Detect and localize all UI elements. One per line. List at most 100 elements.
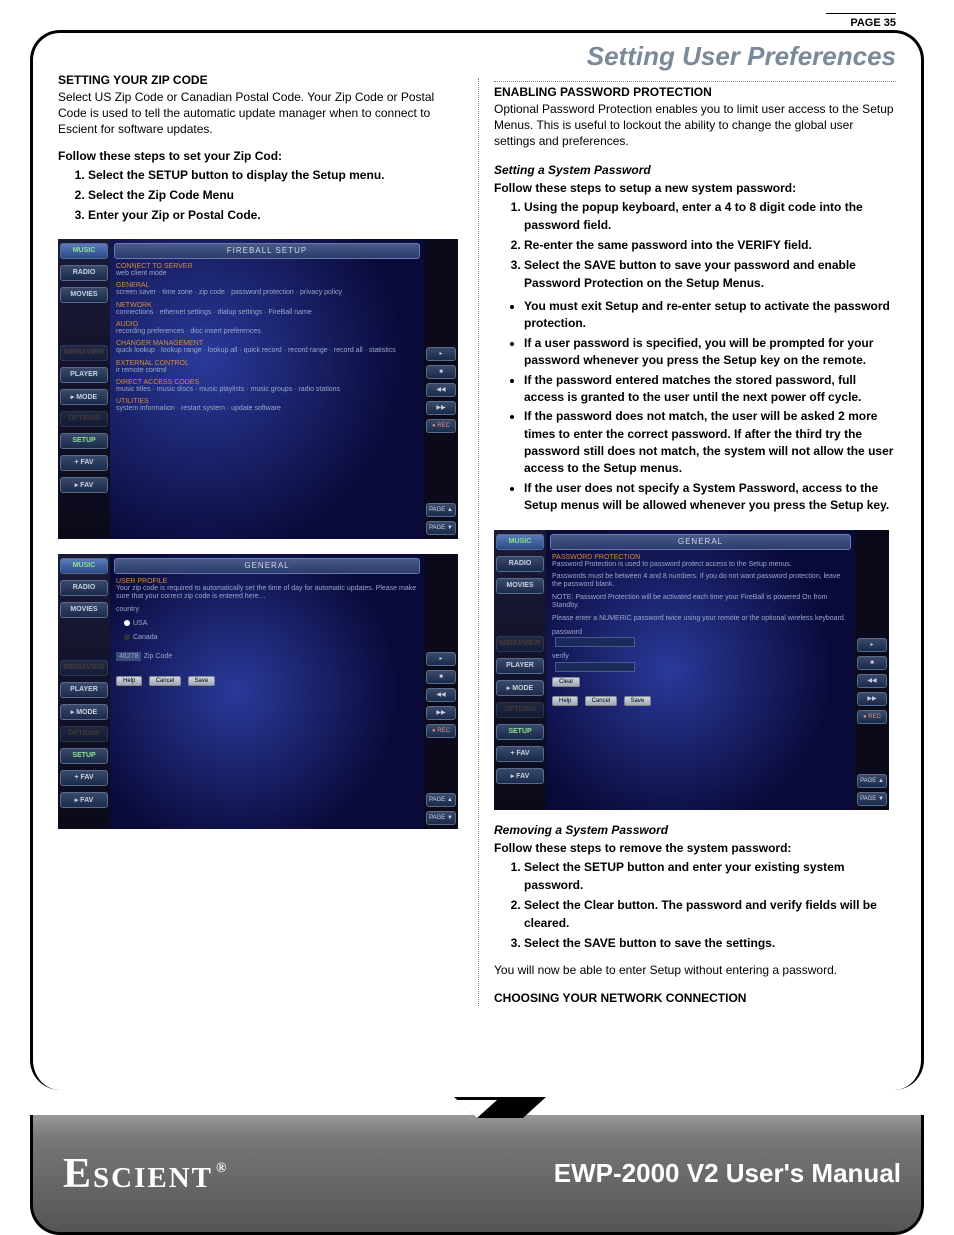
sidebar-tab: MENU/VIEW	[60, 660, 108, 676]
sidebar-tab: MOVIES	[60, 287, 108, 303]
sidebar-tab: OPTIONS	[496, 702, 544, 718]
radio-icon	[124, 620, 130, 626]
zip-steps-list: Select the SETUP button to display the S…	[88, 166, 458, 224]
sidebar-tab: ▸ MODE	[496, 680, 544, 696]
sidebar-tab: + FAV	[60, 455, 108, 471]
screenshot-general-zip: MUSIC RADIO MOVIES MENU/VIEW PLAYER ▸ MO…	[58, 554, 458, 829]
menu-sub: Passwords must be between 4 and 8 number…	[552, 573, 849, 590]
content-columns: SETTING YOUR ZIP CODE Select US Zip Code…	[58, 63, 896, 1006]
footer-notch	[457, 1100, 497, 1130]
page-number: PAGE 35	[826, 13, 896, 1096]
mini-button: Cancel	[585, 696, 618, 706]
field-label: password	[552, 629, 582, 636]
transport-button: ● REC	[426, 724, 456, 738]
mini-button: Help	[552, 696, 578, 706]
transport-button: ▶▶	[426, 401, 456, 415]
screenshot-rightbar: ▸ ■ ◀◀ ▶▶ ● REC PAGE ▲ PAGE ▼	[424, 239, 458, 539]
field-label: verify	[552, 653, 569, 660]
menu-sub: music titles · music discs · music playl…	[116, 386, 418, 394]
sidebar-tab: RADIO	[496, 556, 544, 572]
transport-button: PAGE ▼	[426, 811, 456, 825]
sidebar-tab: + FAV	[496, 746, 544, 762]
screenshot-title: FIREBALL SETUP	[114, 243, 420, 259]
mini-button: Cancel	[149, 676, 182, 686]
transport-button: ◀◀	[426, 383, 456, 397]
menu-sub: web client mode	[116, 270, 418, 278]
menu-header: UTILITIES	[116, 398, 418, 405]
transport-button: ■	[426, 670, 456, 684]
sidebar-tab: MUSIC	[496, 534, 544, 550]
transport-button: ● REC	[426, 419, 456, 433]
menu-header: CHANGER MANAGEMENT	[116, 340, 418, 347]
menu-header: DIRECT ACCESS CODES	[116, 379, 418, 386]
list-item: Select the Zip Code Menu	[88, 186, 458, 204]
menu-header: EXTERNAL CONTROL	[116, 360, 418, 367]
page-frame: Setting User Preferences SETTING YOUR ZI…	[30, 30, 924, 1090]
screenshot-title: GENERAL	[114, 558, 420, 574]
sidebar-tab: PLAYER	[60, 367, 108, 383]
mini-button: Help	[116, 676, 142, 686]
transport-button: ▶▶	[426, 706, 456, 720]
brand-logo: Escient®	[33, 1150, 546, 1198]
menu-sub: Please enter a NUMERIC password twice us…	[552, 615, 849, 623]
menu-header: GENERAL	[116, 282, 418, 289]
sidebar-tab: PLAYER	[496, 658, 544, 674]
sidebar-tab: PLAYER	[60, 682, 108, 698]
menu-sub: connections · ethernet settings · dialup…	[116, 309, 418, 317]
footer-bar: Escient® EWP-2000 V2 User's Manual	[30, 1115, 924, 1235]
sidebar-tab: MENU/VIEW	[496, 636, 544, 652]
clear-button: Clear	[552, 677, 580, 687]
transport-button: ■	[426, 365, 456, 379]
menu-header: CONNECT TO SERVER	[116, 263, 418, 270]
sidebar-tab: OPTIONS	[60, 411, 108, 427]
menu-sub: NOTE: Password Protection will be activa…	[552, 594, 849, 611]
screenshot-sidebar: MUSIC RADIO MOVIES MENU/VIEW PLAYER ▸ MO…	[58, 239, 110, 539]
menu-header: PASSWORD PROTECTION	[552, 554, 849, 561]
zip-value: 46278	[116, 652, 141, 661]
transport-button: PAGE ▼	[426, 521, 456, 535]
sidebar-tab: ▸ MODE	[60, 704, 108, 720]
password-field	[555, 637, 635, 647]
menu-sub: Your zip code is required to automatical…	[116, 585, 418, 602]
transport-button: PAGE ▲	[426, 793, 456, 807]
footer-area: Escient® EWP-2000 V2 User's Manual	[30, 1085, 924, 1235]
sidebar-tab: SETUP	[60, 748, 108, 764]
transport-button: ▸	[426, 652, 456, 666]
screenshot-main: GENERAL USER PROFILEYour zip code is req…	[110, 554, 424, 829]
sidebar-tab: MUSIC	[60, 243, 108, 259]
transport-button: PAGE ▲	[426, 503, 456, 517]
screenshot-main: GENERAL PASSWORD PROTECTIONPassword Prot…	[546, 530, 855, 810]
menu-header: USER PROFILE	[116, 578, 418, 585]
menu-sub: screen saver · time zone · zip code · pa…	[116, 289, 418, 297]
heading-zip: SETTING YOUR ZIP CODE	[58, 73, 458, 87]
radio-option: USA	[133, 620, 147, 627]
left-column: SETTING YOUR ZIP CODE Select US Zip Code…	[58, 63, 458, 1006]
transport-button: ▸	[426, 347, 456, 361]
mini-button: Save	[188, 676, 216, 686]
zip-steps-intro: Follow these steps to set your Zip Cod:	[58, 148, 458, 164]
registered-icon: ®	[216, 1161, 228, 1176]
sidebar-tab: ▸ FAV	[60, 477, 108, 493]
screenshot-sidebar: MUSIC RADIO MOVIES MENU/VIEW PLAYER ▸ MO…	[494, 530, 546, 810]
screenshot-title: GENERAL	[550, 534, 851, 550]
mini-button: Save	[624, 696, 652, 706]
menu-header: AUDIO	[116, 321, 418, 328]
menu-sub: system information · restart system · up…	[116, 405, 418, 413]
screenshot-rightbar: ▸ ■ ◀◀ ▶▶ ● REC PAGE ▲ PAGE ▼	[424, 554, 458, 829]
sidebar-tab: SETUP	[496, 724, 544, 740]
field-label: Zip Code	[144, 653, 172, 660]
transport-button: ◀◀	[426, 688, 456, 702]
radio-icon	[124, 634, 130, 640]
sidebar-tab: ▸ FAV	[60, 792, 108, 808]
sidebar-tab: + FAV	[60, 770, 108, 786]
sidebar-tab: MOVIES	[496, 578, 544, 594]
screenshot-fireball-setup: MUSIC RADIO MOVIES MENU/VIEW PLAYER ▸ MO…	[58, 239, 458, 539]
sidebar-tab: ▸ MODE	[60, 389, 108, 405]
sidebar-tab: SETUP	[60, 433, 108, 449]
menu-sub: recording preferences · disc insert pref…	[116, 328, 418, 336]
sidebar-tab: RADIO	[60, 580, 108, 596]
logo-text: Escient	[63, 1151, 213, 1197]
screenshot-main: FIREBALL SETUP CONNECT TO SERVERweb clie…	[110, 239, 424, 539]
verify-field	[555, 662, 635, 672]
list-item: Select the SETUP button to display the S…	[88, 166, 458, 184]
